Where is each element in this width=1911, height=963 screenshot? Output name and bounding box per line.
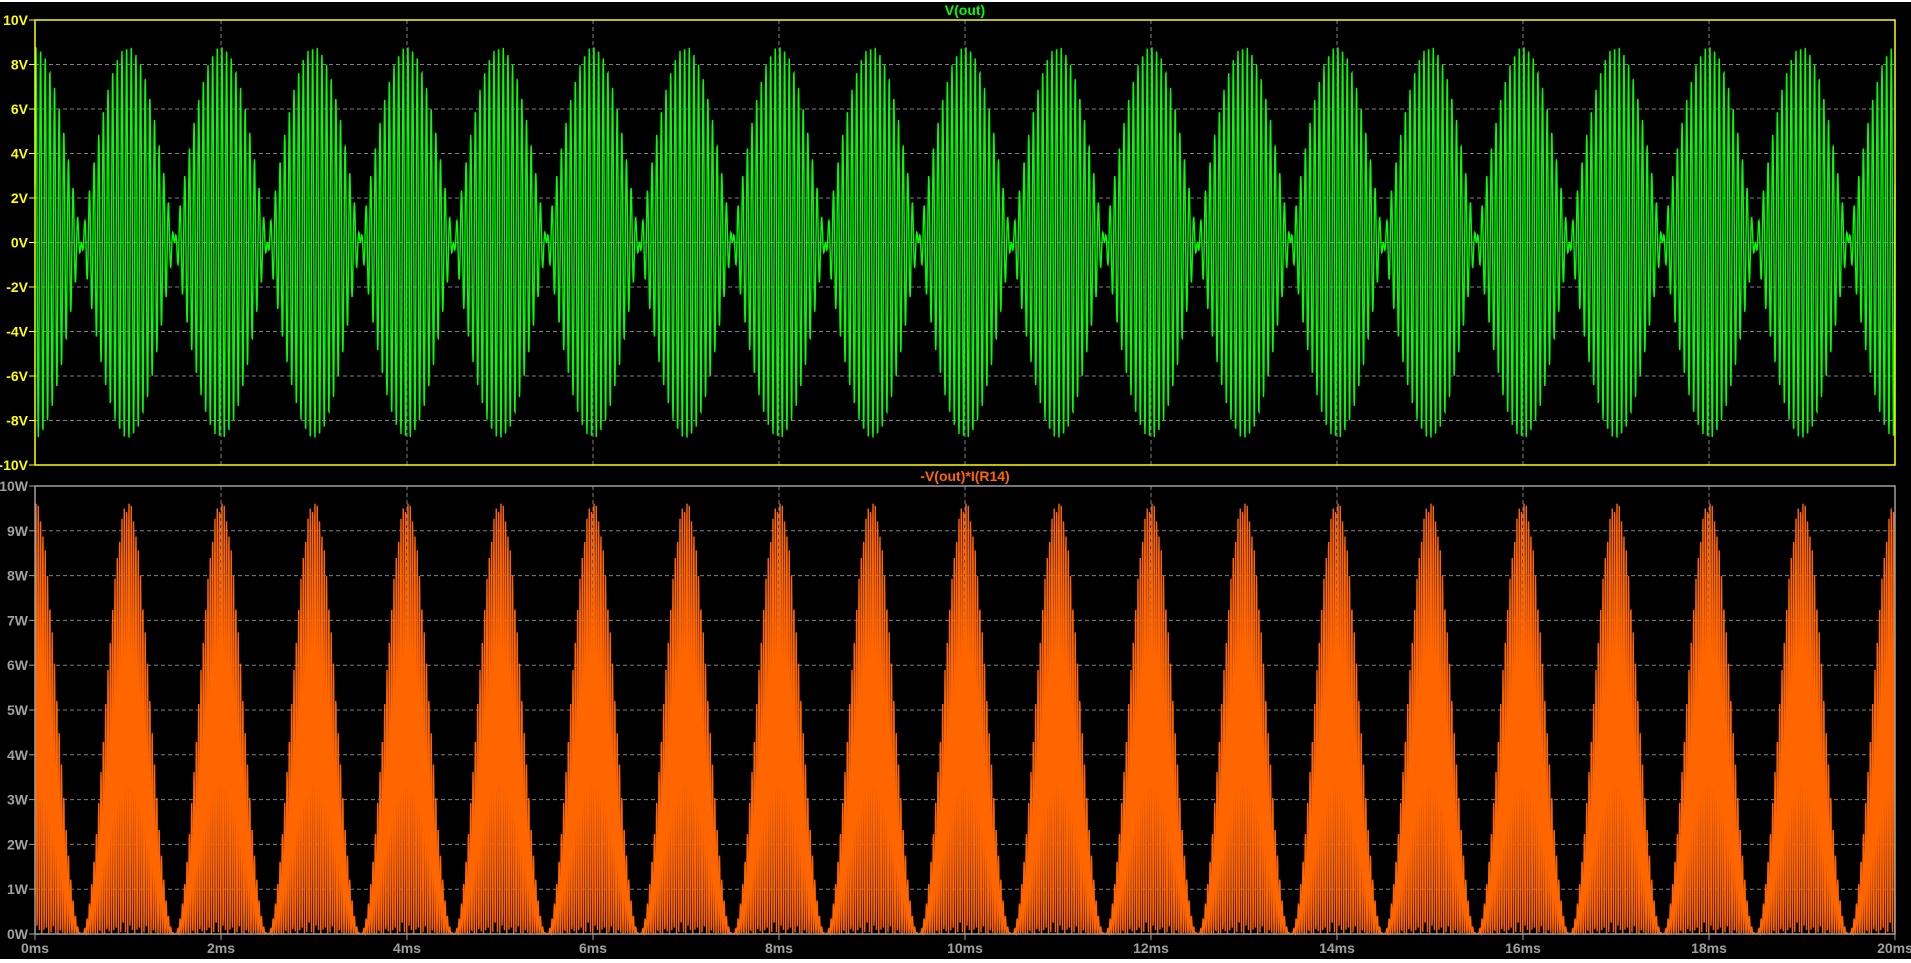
x-tick-label: 0ms [21,940,49,956]
x-tick-label: 18ms [1691,940,1727,956]
y-tick-label: 2V [11,190,29,206]
window-bottom-edge [0,959,1911,963]
x-tick-label: 14ms [1319,940,1355,956]
y-tick-label: 8V [11,57,29,73]
trace-title: V(out) [945,2,985,18]
y-tick-label: -8V [6,413,28,429]
y-tick-label: 6V [11,101,29,117]
y-tick-label: 8W [7,568,29,584]
x-tick-label: 20ms [1877,940,1911,956]
y-tick-label: 2W [7,836,29,852]
pane-power[interactable]: 10W9W8W7W6W5W4W3W2W1W0W-V(out)*I(R14)0ms… [0,468,1911,956]
y-tick-label: 9W [7,523,29,539]
y-tick-label: 5W [7,702,29,718]
x-tick-label: 4ms [393,940,421,956]
y-tick-label: -4V [6,324,28,340]
y-tick-label: 4V [11,146,29,162]
y-tick-label: 3W [7,792,29,808]
y-tick-label: 10V [3,12,29,28]
x-tick-label: 10ms [947,940,983,956]
y-tick-label: 4W [7,747,29,763]
x-tick-label: 8ms [765,940,793,956]
y-tick-label: -10V [0,457,29,473]
y-tick-label: 0V [11,235,29,251]
y-tick-label: -2V [6,279,28,295]
y-tick-label: 1W [7,881,29,897]
pane-vout[interactable]: 10V 8V 6V 4V 2V 0V -2V -4V -6V -8V -10V V(out) [0,2,1896,473]
y-tick-label: 6W [7,657,29,673]
x-tick-label: 16ms [1505,940,1541,956]
trace-title: -V(out)*I(R14) [920,468,1009,484]
y-tick-label: 10W [0,478,29,494]
x-tick-label: 6ms [579,940,607,956]
y-tick-label: 7W [7,612,29,628]
x-tick-label: 2ms [207,940,235,956]
waveform-viewer[interactable]: 10V 8V 6V 4V 2V 0V -2V -4V -6V -8V -10V V(out) 10W 9… [0,0,1911,963]
x-tick-label: 12ms [1133,940,1169,956]
trace-power [34,503,1896,936]
y-tick-label: -6V [6,368,28,384]
